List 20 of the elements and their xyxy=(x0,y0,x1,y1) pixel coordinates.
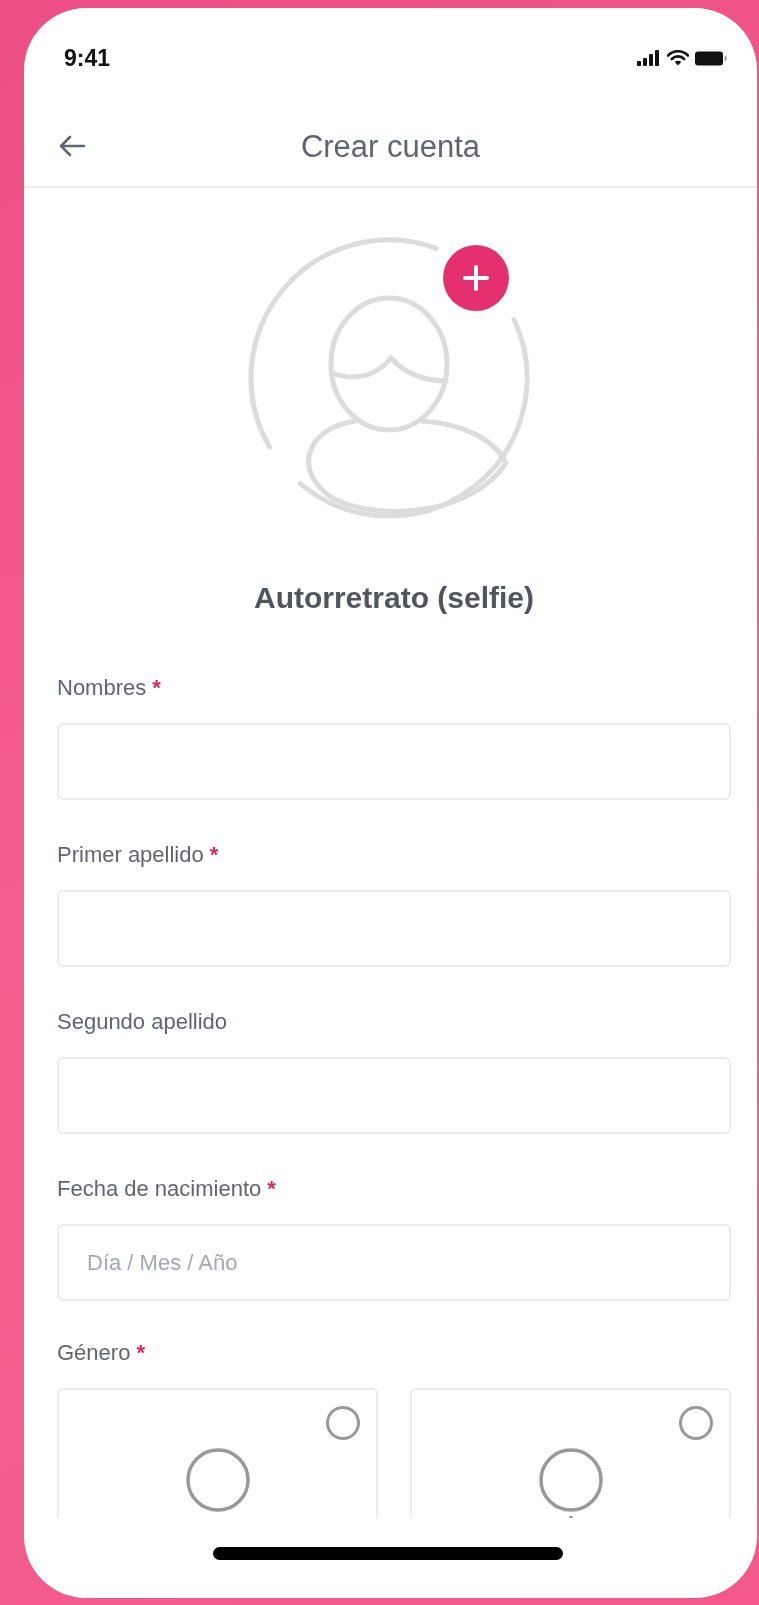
screen-title: Crear cuenta xyxy=(300,129,481,165)
signal-icon xyxy=(637,50,661,66)
radio-button[interactable] xyxy=(326,1406,360,1440)
plus-icon xyxy=(461,263,491,293)
radio-button[interactable] xyxy=(679,1406,713,1440)
battery-icon xyxy=(695,50,727,66)
status-time: 9:41 xyxy=(64,44,111,72)
required-mark: * xyxy=(209,842,219,868)
selfie-label: Autorretrato (selfie) xyxy=(252,580,535,616)
field-label: Segundo apellido xyxy=(57,1009,228,1035)
back-arrow-icon xyxy=(58,134,86,158)
required-mark: * xyxy=(152,675,161,701)
text-input-field[interactable]: Día / Mes / Año xyxy=(57,1224,731,1301)
wifi-icon xyxy=(667,50,689,66)
field-label: Género xyxy=(57,1340,131,1366)
field-label: Fecha de nacimiento xyxy=(57,1176,262,1202)
required-mark: * xyxy=(267,1176,276,1202)
field-label: Nombres xyxy=(57,675,147,701)
field-label: Primer apellido xyxy=(57,842,204,868)
required-mark: * xyxy=(136,1340,145,1366)
